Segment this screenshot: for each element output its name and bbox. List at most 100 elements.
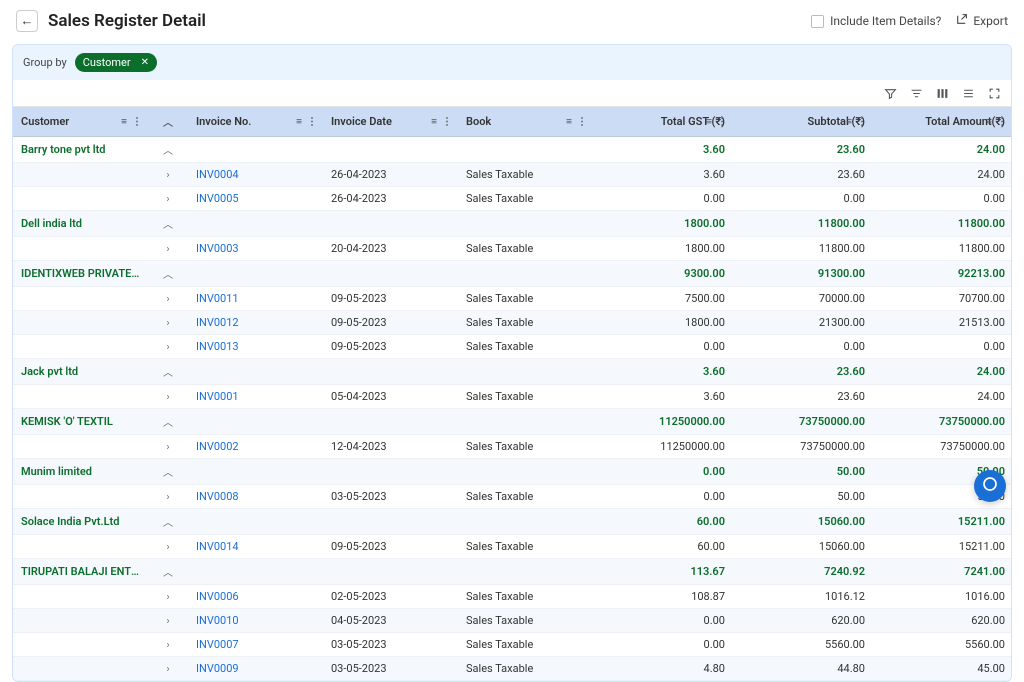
col-menu-icon[interactable]: ≡ (846, 116, 852, 127)
expand-icon[interactable]: › (148, 585, 188, 609)
group-row[interactable]: IDENTIXWEB PRIVATE LIMITE...︿9300.009130… (13, 261, 1012, 287)
invoice-link[interactable]: INV0001 (196, 390, 239, 403)
sort-icon[interactable] (909, 86, 923, 100)
group-subtotal: 50.00 (733, 459, 873, 485)
group-customer: Solace India Pvt.Ltd (13, 509, 148, 535)
col-menu-icon[interactable]: ≡ (431, 116, 437, 127)
col-options-icon[interactable]: ⋮ (132, 116, 142, 127)
group-customer: TIRUPATI BALAJI ENTERPRIS... (13, 559, 148, 585)
cell-subtotal: 44.80 (733, 657, 873, 681)
cell-book: Sales Taxable (458, 485, 593, 509)
expand-icon[interactable]: › (148, 335, 188, 359)
col-customer[interactable]: Customer≡⋮ (13, 107, 148, 137)
col-menu-icon[interactable]: ≡ (121, 116, 127, 127)
invoice-link[interactable]: INV0002 (196, 440, 239, 453)
group-row[interactable]: Munim limited︿0.0050.0050.00 (13, 459, 1012, 485)
col-subtotal[interactable]: Subtotal (₹)≡⋮ (733, 107, 873, 137)
group-subtotal: 73750000.00 (733, 409, 873, 435)
collapse-icon[interactable]: ︿ (148, 359, 188, 385)
expand-icon[interactable]: › (148, 609, 188, 633)
col-total-amount[interactable]: Total Amount(₹)≡⋮ (873, 107, 1012, 137)
remove-pill-icon[interactable]: ✕ (141, 57, 149, 68)
group-row[interactable]: TIRUPATI BALAJI ENTERPRIS...︿113.677240.… (13, 559, 1012, 585)
expand-icon[interactable]: › (148, 535, 188, 559)
col-invoice-date[interactable]: Invoice Date≡⋮ (323, 107, 458, 137)
col-menu-icon[interactable]: ≡ (566, 116, 572, 127)
collapse-icon[interactable]: ︿ (148, 509, 188, 535)
table-row: ›INV000426-04-2023Sales Taxable3.6023.60… (13, 163, 1012, 187)
invoice-link[interactable]: INV0009 (196, 662, 239, 675)
invoice-link[interactable]: INV0008 (196, 490, 239, 503)
table-row: ›INV000105-04-2023Sales Taxable3.6023.60… (13, 385, 1012, 409)
col-options-icon[interactable]: ⋮ (442, 116, 452, 127)
cell-total: 620.00 (873, 609, 1012, 633)
invoice-link[interactable]: INV0012 (196, 316, 239, 329)
expand-icon[interactable]: › (148, 633, 188, 657)
col-book[interactable]: Book≡⋮ (458, 107, 593, 137)
col-menu-icon[interactable]: ≡ (986, 116, 992, 127)
table-row: ›INV000803-05-2023Sales Taxable0.0050.00… (13, 485, 1012, 509)
invoice-link[interactable]: INV0004 (196, 168, 239, 181)
expand-icon[interactable]: › (148, 287, 188, 311)
invoice-link[interactable]: INV0010 (196, 614, 239, 627)
invoice-link[interactable]: INV0011 (196, 292, 239, 305)
expand-icon[interactable]: › (148, 311, 188, 335)
invoice-link[interactable]: INV0003 (196, 242, 239, 255)
group-customer: Munim limited (13, 459, 148, 485)
export-button[interactable]: Export (955, 13, 1008, 29)
cell-book: Sales Taxable (458, 163, 593, 187)
collapse-icon[interactable]: ︿ (148, 261, 188, 287)
cell-subtotal: 21300.00 (733, 311, 873, 335)
col-menu-icon[interactable]: ≡ (296, 116, 302, 127)
cell-book: Sales Taxable (458, 335, 593, 359)
expand-icon[interactable]: › (148, 163, 188, 187)
group-row[interactable]: Barry tone pvt ltd︿3.6023.6024.00 (13, 137, 1012, 163)
cell-book: Sales Taxable (458, 585, 593, 609)
col-total-gst[interactable]: Total GST (₹)≡⋮ (593, 107, 733, 137)
col-options-icon[interactable]: ⋮ (997, 116, 1007, 127)
invoice-link[interactable]: INV0007 (196, 638, 239, 651)
expand-icon[interactable]: › (148, 187, 188, 211)
report-panel: Group by Customer ✕ Customer≡⋮ ︿ (12, 44, 1012, 682)
group-row[interactable]: Jack pvt ltd︿3.6023.6024.00 (13, 359, 1012, 385)
expand-icon[interactable]: › (148, 237, 188, 261)
expand-icon[interactable]: › (148, 657, 188, 681)
invoice-link[interactable]: INV0006 (196, 590, 239, 603)
collapse-icon[interactable]: ︿ (148, 211, 188, 237)
collapse-icon[interactable]: ︿ (148, 459, 188, 485)
groupby-bar: Group by Customer ✕ (13, 45, 1011, 80)
invoice-link[interactable]: INV0014 (196, 540, 239, 553)
cell-gst: 0.00 (593, 335, 733, 359)
group-row[interactable]: Dell india ltd︿1800.0011800.0011800.00 (13, 211, 1012, 237)
fullscreen-icon[interactable] (987, 86, 1001, 100)
col-options-icon[interactable]: ⋮ (307, 116, 317, 127)
invoice-link[interactable]: INV0005 (196, 192, 239, 205)
collapse-icon[interactable]: ︿ (148, 137, 188, 163)
col-options-icon[interactable]: ⋮ (577, 116, 587, 127)
include-item-details-toggle[interactable]: Include Item Details? (811, 14, 941, 28)
chat-fab[interactable] (974, 470, 1006, 502)
col-menu-icon[interactable]: ≡ (706, 116, 712, 127)
group-row[interactable]: Solace India Pvt.Ltd︿60.0015060.0015211.… (13, 509, 1012, 535)
cell-subtotal: 5560.00 (733, 633, 873, 657)
group-row[interactable]: KEMISK 'O' TEXTIL︿11250000.0073750000.00… (13, 409, 1012, 435)
col-expand[interactable]: ︿ (148, 107, 188, 137)
invoice-link[interactable]: INV0013 (196, 340, 239, 353)
col-options-icon[interactable]: ⋮ (857, 116, 867, 127)
back-button[interactable]: ← (16, 10, 38, 32)
expand-icon[interactable]: › (148, 435, 188, 459)
collapse-all-icon[interactable]: ︿ (163, 118, 173, 129)
filter-icon[interactable] (883, 86, 897, 100)
col-options-icon[interactable]: ⋮ (717, 116, 727, 127)
collapse-icon[interactable]: ︿ (148, 559, 188, 585)
cell-date: 26-04-2023 (323, 163, 458, 187)
cell-gst: 4.80 (593, 657, 733, 681)
expand-icon[interactable]: › (148, 485, 188, 509)
collapse-icon[interactable]: ︿ (148, 409, 188, 435)
columns-icon[interactable] (935, 86, 949, 100)
list-icon[interactable] (961, 86, 975, 100)
col-invoice-no[interactable]: Invoice No.≡⋮ (188, 107, 323, 137)
page-title: Sales Register Detail (48, 11, 206, 31)
expand-icon[interactable]: › (148, 385, 188, 409)
groupby-pill[interactable]: Customer ✕ (75, 53, 157, 72)
